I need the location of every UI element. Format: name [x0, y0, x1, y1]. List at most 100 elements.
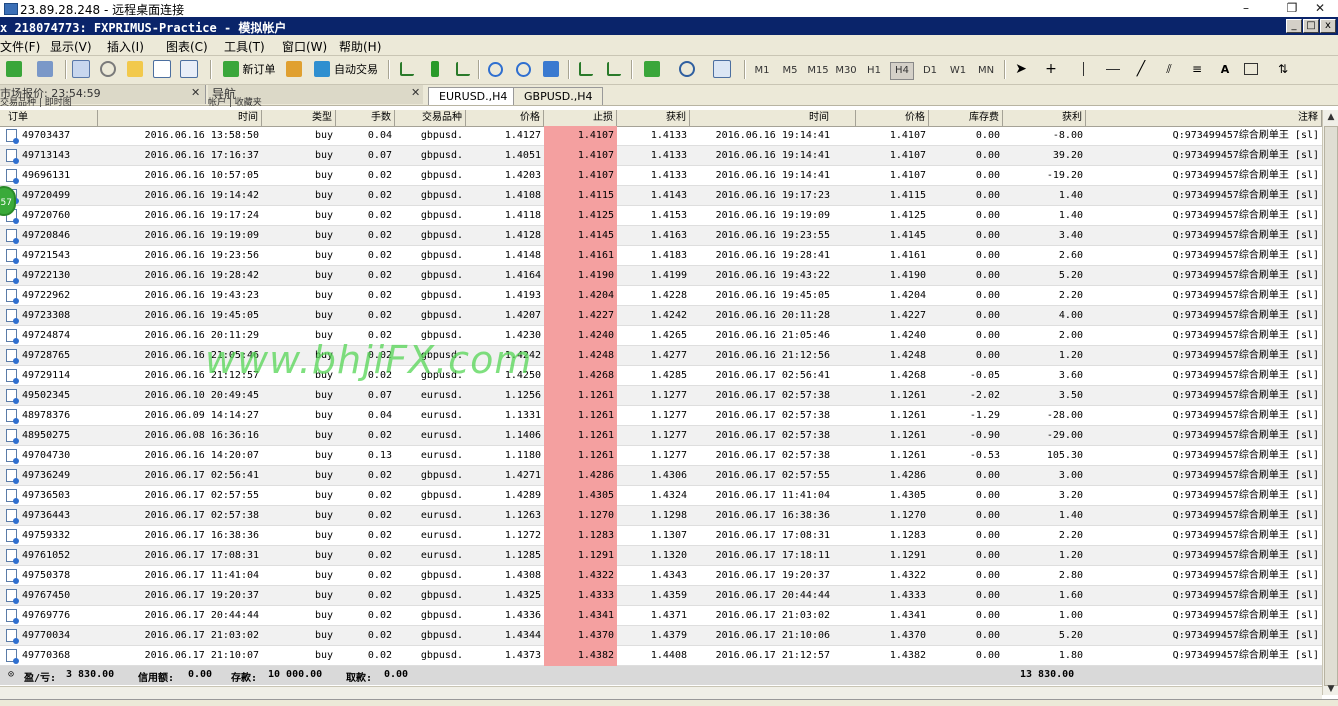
- cursor-tool-button[interactable]: ➤: [1010, 59, 1032, 79]
- menu-insert[interactable]: 插入(I): [107, 38, 144, 55]
- col-swap[interactable]: 库存费: [929, 110, 1003, 126]
- col-profit[interactable]: 获利: [1003, 110, 1086, 126]
- table-row[interactable]: 49722962 2016.06.16 19:43:23 buy 0.02 gbpusd…: [0, 286, 1322, 306]
- indicators-button[interactable]: [637, 59, 667, 79]
- menu-tools[interactable]: 工具(T): [224, 38, 265, 55]
- table-row[interactable]: 49770034 2016.06.17 21:03:02 buy 0.02 gbpusd…: [0, 626, 1322, 646]
- bar-chart-button[interactable]: [396, 59, 418, 79]
- chart-shift-button[interactable]: [603, 59, 625, 79]
- table-row[interactable]: 49759332 2016.06.17 16:38:36 buy 0.02 eurusd…: [0, 526, 1322, 546]
- app-restore-button[interactable]: □: [1303, 19, 1319, 33]
- scroll-up-icon[interactable]: ▲: [1325, 112, 1337, 124]
- table-row[interactable]: 49761052 2016.06.17 17:08:31 buy 0.02 eurusd…: [0, 546, 1322, 566]
- candlestick-button[interactable]: [424, 59, 446, 79]
- strategy-tester-button[interactable]: [178, 59, 200, 79]
- col-take-profit[interactable]: 获利: [617, 110, 690, 126]
- periods-button[interactable]: [672, 59, 702, 79]
- timeframe-m15[interactable]: M15: [807, 63, 829, 79]
- new-order-button[interactable]: 新订单: [218, 59, 280, 79]
- new-chart-button[interactable]: [2, 59, 26, 79]
- table-row[interactable]: 49720499 2016.06.16 19:14:42 buy 0.02 gbpusd…: [0, 186, 1322, 206]
- timeframe-h1[interactable]: H1: [863, 63, 885, 79]
- app-close-button[interactable]: x: [1320, 19, 1336, 33]
- col-type[interactable]: 类型: [262, 110, 336, 126]
- templates-button[interactable]: [707, 59, 737, 79]
- table-row[interactable]: 49696131 2016.06.16 10:57:05 buy 0.02 gbpusd…: [0, 166, 1322, 186]
- crosshair-tool-button[interactable]: +: [1040, 59, 1062, 79]
- chart-tab-eurusd[interactable]: EURUSD.,H4: [428, 87, 519, 105]
- table-row[interactable]: 49728765 2016.06.16 21:05:46 buy 0.02 gbpusd…: [0, 346, 1322, 366]
- table-row[interactable]: 48950275 2016.06.08 16:36:16 buy 0.02 eurusd…: [0, 426, 1322, 446]
- col-close-time[interactable]: 时间: [690, 110, 856, 126]
- line-chart-button[interactable]: [452, 59, 474, 79]
- table-row[interactable]: 49750378 2016.06.17 11:41:04 buy 0.02 gbpusd…: [0, 566, 1322, 586]
- metaeditor-button[interactable]: [283, 59, 305, 79]
- horizontal-line-button[interactable]: [1102, 59, 1124, 79]
- app-minimize-button[interactable]: _: [1286, 19, 1302, 33]
- close-icon[interactable]: ✕: [411, 86, 420, 99]
- col-open-price[interactable]: 价格: [466, 110, 544, 126]
- table-row[interactable]: 49736249 2016.06.17 02:56:41 buy 0.02 gbpusd…: [0, 466, 1322, 486]
- col-close-price[interactable]: 价格: [856, 110, 929, 126]
- market-watch-tabs[interactable]: 交易品种 | 即时图: [0, 95, 72, 108]
- col-stop-loss[interactable]: 止损: [544, 110, 617, 126]
- vertical-line-button[interactable]: [1072, 59, 1094, 79]
- text-label-button[interactable]: [1240, 59, 1262, 79]
- navigator-button[interactable]: [124, 59, 146, 79]
- table-row[interactable]: 48978376 2016.06.09 14:14:27 buy 0.04 eurusd…: [0, 406, 1322, 426]
- timeframe-mn[interactable]: MN: [975, 63, 997, 79]
- table-row[interactable]: 49724874 2016.06.16 20:11:29 buy 0.02 gbpusd…: [0, 326, 1322, 346]
- table-row[interactable]: 49723308 2016.06.16 19:45:05 buy 0.02 gbpusd…: [0, 306, 1322, 326]
- timeframe-w1[interactable]: W1: [947, 63, 969, 79]
- table-row[interactable]: 49769776 2016.06.17 20:44:44 buy 0.02 gbpusd…: [0, 606, 1322, 626]
- equidistant-channel-button[interactable]: ⫽: [1158, 59, 1180, 79]
- table-row[interactable]: 49502345 2016.06.10 20:49:45 buy 0.07 eurusd…: [0, 386, 1322, 406]
- text-tool-button[interactable]: A: [1214, 59, 1236, 79]
- timeframe-m5[interactable]: M5: [779, 63, 801, 79]
- auto-trading-button[interactable]: 自动交易: [310, 59, 382, 79]
- fibonacci-button[interactable]: ≡: [1186, 59, 1208, 79]
- scroll-down-icon[interactable]: ▼: [1325, 684, 1337, 696]
- zoom-in-button[interactable]: [484, 59, 506, 79]
- arrows-button[interactable]: ⇅: [1268, 59, 1298, 79]
- table-row[interactable]: 49713143 2016.06.16 17:16:37 buy 0.07 gbpusd…: [0, 146, 1322, 166]
- terminal-button[interactable]: [151, 59, 173, 79]
- table-row[interactable]: 49770368 2016.06.17 21:10:07 buy 0.02 gbpusd…: [0, 646, 1322, 666]
- table-row[interactable]: 49722130 2016.06.16 19:28:42 buy 0.02 gbpusd…: [0, 266, 1322, 286]
- horizontal-scrollbar[interactable]: [0, 686, 1322, 700]
- table-row[interactable]: 49736503 2016.06.17 02:57:55 buy 0.02 gbpusd…: [0, 486, 1322, 506]
- timeframe-m1[interactable]: M1: [751, 63, 773, 79]
- table-row[interactable]: 49720846 2016.06.16 19:19:09 buy 0.02 gbpusd…: [0, 226, 1322, 246]
- zoom-out-button[interactable]: [512, 59, 534, 79]
- col-open-time[interactable]: 时间: [98, 110, 262, 126]
- auto-scroll-button[interactable]: [575, 59, 597, 79]
- timeframe-m30[interactable]: M30: [835, 63, 857, 79]
- table-row[interactable]: 49736443 2016.06.17 02:57:38 buy 0.02 eurusd…: [0, 506, 1322, 526]
- market-watch-button[interactable]: [70, 59, 92, 79]
- table-row[interactable]: 49720760 2016.06.16 19:17:24 buy 0.02 gbpusd…: [0, 206, 1322, 226]
- close-icon[interactable]: ✕: [191, 86, 200, 99]
- table-row[interactable]: 49767450 2016.06.17 19:20:37 buy 0.02 gbpusd…: [0, 586, 1322, 606]
- table-row[interactable]: 49729114 2016.06.16 21:12:57 buy 0.02 gbpusd…: [0, 366, 1322, 386]
- chart-tab-gbpusd[interactable]: GBPUSD.,H4: [513, 87, 604, 105]
- col-ticket[interactable]: 订单: [0, 110, 98, 126]
- profiles-button[interactable]: [30, 59, 60, 79]
- menu-file[interactable]: 文件(F): [0, 38, 40, 55]
- menu-view[interactable]: 显示(V): [50, 38, 92, 55]
- table-row[interactable]: 49704730 2016.06.16 14:20:07 buy 0.13 eurusd…: [0, 446, 1322, 466]
- menu-help[interactable]: 帮助(H): [339, 38, 381, 55]
- col-lots[interactable]: 手数: [336, 110, 395, 126]
- crosshair-data-button[interactable]: [97, 59, 119, 79]
- rdp-minimize-button[interactable]: –: [1226, 0, 1266, 17]
- table-row[interactable]: 49721543 2016.06.16 19:23:56 buy 0.02 gbpusd…: [0, 246, 1322, 266]
- navigator-tabs[interactable]: 帐户 | 收藏夹: [208, 95, 262, 108]
- trendline-button[interactable]: ╱: [1130, 59, 1152, 79]
- timeframe-h4[interactable]: H4: [890, 62, 914, 80]
- timeframe-d1[interactable]: D1: [919, 63, 941, 79]
- col-symbol[interactable]: 交易品种: [395, 110, 466, 126]
- scroll-thumb[interactable]: [1324, 126, 1338, 686]
- menu-charts[interactable]: 图表(C): [166, 38, 208, 55]
- table-row[interactable]: 49703437 2016.06.16 13:58:50 buy 0.04 gbpusd…: [0, 126, 1322, 146]
- col-comment[interactable]: 注释: [1086, 110, 1322, 126]
- rdp-close-button[interactable]: ✕: [1300, 0, 1338, 17]
